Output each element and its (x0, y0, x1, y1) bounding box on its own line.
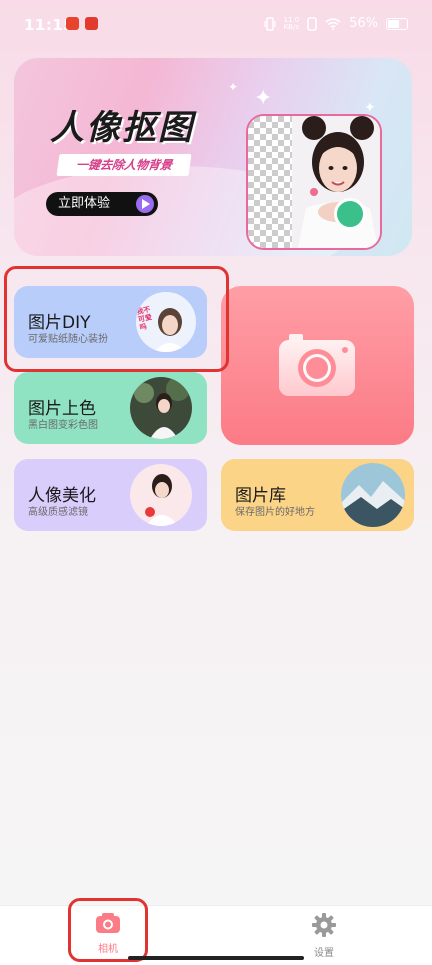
tab-settings[interactable]: 设置 (284, 912, 364, 960)
promo-banner[interactable]: 人像抠图 一键去除人物背景 立即体验 ✦ ✦ ✦ (14, 58, 412, 256)
sparkle-icon: ✦ (254, 86, 273, 111)
app-notification-icon (66, 17, 79, 30)
status-bar: 11:15 11.0 KB/s 56% (0, 0, 432, 52)
gallery-desc: 保存图片的好地方 (235, 507, 315, 518)
portrait-image (292, 116, 380, 248)
gesture-bar (128, 956, 304, 960)
camera-icon (96, 913, 120, 933)
gear-icon (312, 913, 336, 937)
picture-colorize-desc: 黑白图变彩色图 (28, 420, 98, 431)
wifi-icon (325, 17, 341, 30)
camera-icon (279, 334, 355, 396)
portrait-preview (246, 114, 382, 250)
status-right: 11.0 KB/s 56% (263, 16, 408, 31)
badge-icon (334, 198, 366, 230)
diy-thumbnail: 我不可爱吗 (136, 292, 196, 352)
banner-subtitle: 一键去除人物背景 (56, 154, 192, 176)
picture-diy-desc: 可爱贴纸随心装扮 (28, 334, 108, 345)
notification-icons (66, 17, 98, 30)
battery-percent: 56% (349, 16, 378, 31)
picture-colorize-card[interactable]: 图片上色 黑白图变彩色图 (14, 372, 207, 444)
portrait-beautify-desc: 高级质感滤镜 (28, 507, 88, 518)
colorize-thumbnail (130, 377, 192, 439)
tab-camera-label: 相机 (98, 944, 118, 955)
sim-icon (307, 16, 317, 31)
sparkle-icon: ✦ (228, 80, 239, 94)
net-speed-unit: KB/s (283, 22, 299, 31)
gallery-thumbnail (341, 463, 405, 527)
battery-icon (386, 17, 408, 30)
tab-camera[interactable]: 相机 (68, 912, 148, 960)
picture-diy-card[interactable]: 图片DIY 可爱贴纸随心装扮 我不可爱吗 (14, 286, 207, 358)
app-notification-icon (85, 17, 98, 30)
vibrate-icon (263, 16, 276, 31)
camera-card[interactable] (221, 286, 414, 445)
try-now-label: 立即体验 (58, 196, 111, 211)
play-icon (136, 195, 154, 213)
net-speed: 11.0 KB/s (283, 16, 300, 31)
gallery-card[interactable]: 图片库 保存图片的好地方 (221, 459, 414, 531)
portrait-beautify-card[interactable]: 人像美化 高级质感滤镜 (14, 459, 207, 531)
banner-title: 人像抠图 (50, 108, 194, 148)
try-now-button[interactable]: 立即体验 (46, 192, 158, 216)
beautify-thumbnail (130, 464, 192, 526)
